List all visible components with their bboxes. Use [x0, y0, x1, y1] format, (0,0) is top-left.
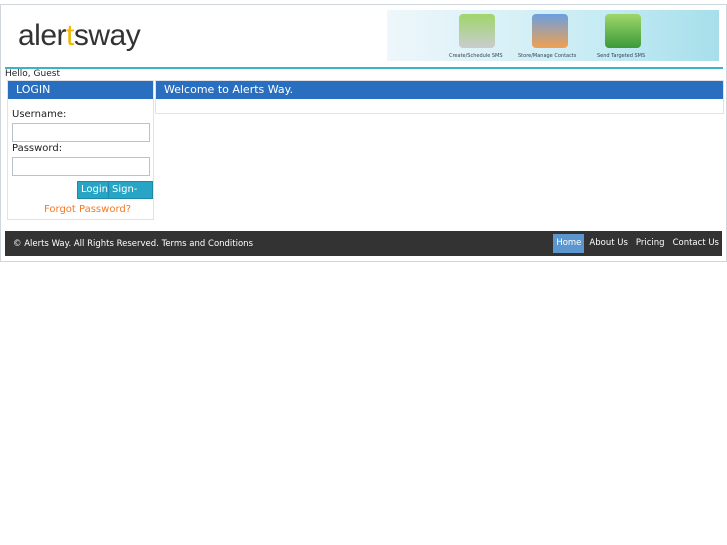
main-panel: Welcome to Alerts Way.: [155, 80, 724, 114]
nav-pricing[interactable]: Pricing: [633, 234, 668, 253]
signup-button[interactable]: Sign-up: [108, 181, 153, 211]
envelope-clock-icon: [459, 14, 495, 48]
copyright: © Alerts Way. All Rights Reserved.: [13, 239, 159, 249]
username-input[interactable]: [12, 123, 150, 142]
logo-text-t: t: [66, 19, 74, 52]
header-divider: [5, 67, 723, 69]
contacts-list-icon: [532, 14, 568, 48]
username-label: Username:: [12, 109, 67, 120]
logo-text: aler: [18, 19, 67, 52]
footer: © Alerts Way. All Rights Reserved. Terms…: [5, 231, 722, 256]
nav-contact-us[interactable]: Contact Us: [670, 234, 722, 253]
forgot-password-link[interactable]: Forgot Password?: [44, 204, 131, 215]
banner-label: Send Targeted SMS: [597, 53, 646, 59]
logo[interactable]: alertsway: [18, 19, 141, 53]
password-label: Password:: [12, 143, 63, 154]
nav-home[interactable]: Home: [553, 234, 585, 253]
login-title: LOGIN: [8, 81, 153, 99]
feature-banner: Create/Schedule SMS Store/Manage Contact…: [387, 10, 719, 61]
banner-label: Store/Manage Contacts: [518, 53, 577, 59]
password-input[interactable]: [12, 157, 150, 176]
logo-text: sway: [73, 19, 141, 52]
banner-label: Create/Schedule SMS: [449, 53, 503, 59]
nav-about-us[interactable]: About Us: [586, 234, 630, 253]
greeting: Hello, Guest: [5, 69, 60, 79]
main-title: Welcome to Alerts Way.: [156, 81, 723, 99]
users-envelope-icon: [605, 14, 641, 48]
terms-link[interactable]: Terms and Conditions: [162, 239, 253, 249]
footer-nav: Home About Us Pricing Contact Us: [551, 234, 722, 253]
login-button[interactable]: Login: [77, 181, 112, 199]
page-container: alertsway Create/Schedule SMS Store/Mana…: [0, 4, 727, 262]
login-panel: LOGIN Username: Password: Login Sign-up …: [7, 80, 154, 220]
